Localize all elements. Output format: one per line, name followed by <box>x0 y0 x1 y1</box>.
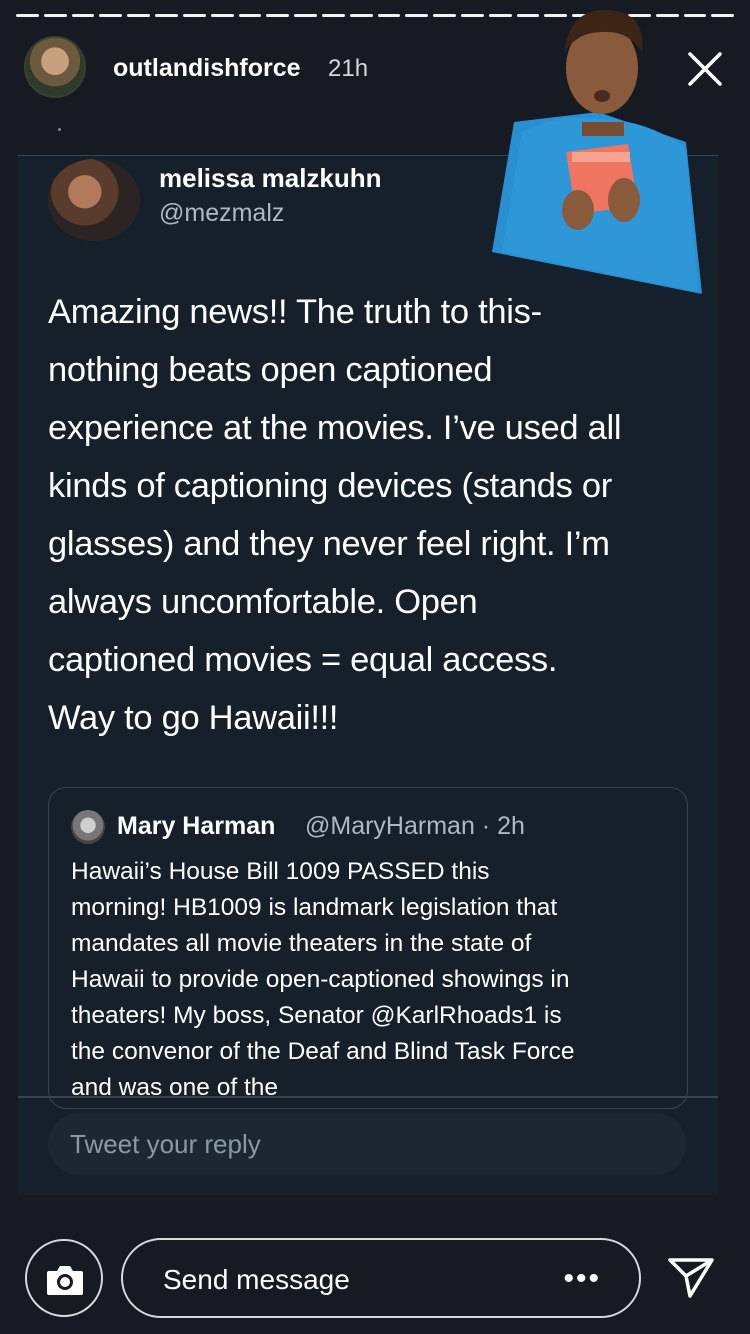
author-avatar <box>48 159 140 241</box>
tweet-line: kinds of captioning devices (stands or <box>48 467 612 505</box>
camera-button[interactable] <box>25 1239 103 1317</box>
progress-segment <box>99 14 123 17</box>
progress-segment <box>16 14 39 17</box>
author-name: melissa malzkuhn <box>159 163 382 193</box>
story-time: 21h <box>328 55 369 82</box>
progress-segment <box>182 14 206 17</box>
quoted-avatar <box>71 810 105 844</box>
progress-segment <box>349 14 373 17</box>
quoted-line: Hawaii’s House Bill 1009 PASSED this <box>71 858 490 885</box>
tweet-line: nothing beats open captioned <box>48 351 493 389</box>
more-icon[interactable]: ••• <box>563 1262 601 1296</box>
tweet-reply-field[interactable]: Tweet your reply <box>48 1113 686 1175</box>
progress-segment <box>238 14 262 17</box>
camera-icon <box>47 1266 83 1295</box>
story-username[interactable]: outlandishforce <box>113 54 301 83</box>
quoted-line: morning! HB1009 is landmark legislation … <box>71 894 558 921</box>
progress-segment <box>71 14 95 17</box>
author-handle: @mezmalz <box>159 199 285 227</box>
tweet-line: Way to go Hawaii!!! <box>48 699 339 737</box>
tweet-line: glasses) and they never feel right. I’m <box>48 525 610 563</box>
card-divider-bottom <box>18 1096 718 1098</box>
tweet-text: Amazing news!! The truth to this- nothin… <box>48 283 698 747</box>
progress-segment <box>155 14 178 17</box>
send-message-placeholder: Send message <box>163 1264 350 1295</box>
tweet-line: captioned movies = equal access. <box>48 641 558 679</box>
quoted-line: and was one of the <box>71 1074 279 1101</box>
quoted-line: theaters! My boss, Senator @KarlRhoads1 … <box>71 1002 562 1029</box>
profile-avatar[interactable] <box>24 36 86 98</box>
progress-segment <box>433 14 456 17</box>
progress-segment <box>127 14 151 17</box>
quoted-tweet[interactable]: Mary Harman @MaryHarman · 2h Hawaii’s Ho… <box>48 787 688 1109</box>
progress-segment <box>321 14 345 17</box>
reply-placeholder: Tweet your reply <box>70 1129 261 1159</box>
quoted-handle: @MaryHarman · 2h <box>305 812 525 840</box>
divider-dot <box>58 128 61 131</box>
tweet-card: melissa malzkuhn @mezmalz Amazing news!!… <box>18 155 718 1195</box>
progress-segment <box>405 14 429 17</box>
quoted-text: Hawaii’s House Bill 1009 PASSED this mor… <box>71 854 671 1106</box>
quoted-line: mandates all movie theaters in the state… <box>71 930 532 957</box>
tweet-line: experience at the movies. I’ve used all <box>48 409 622 447</box>
progress-segment <box>294 14 317 17</box>
quoted-line: the convenor of the Deaf and Blind Task … <box>71 1038 575 1065</box>
progress-segment <box>43 14 67 17</box>
quoted-line: Hawaii to provide open-captioned showing… <box>71 966 570 993</box>
progress-segment <box>711 14 735 17</box>
send-message-input[interactable]: Send message ••• <box>121 1238 641 1318</box>
progress-segment <box>210 14 234 17</box>
progress-segment <box>266 14 290 17</box>
tweet-line: always uncomfortable. Open <box>48 583 478 621</box>
quoted-name: Mary Harman <box>117 812 276 840</box>
progress-segment <box>377 14 401 17</box>
popcorn-character-sticker[interactable] <box>478 2 710 298</box>
send-icon[interactable] <box>666 1252 716 1302</box>
